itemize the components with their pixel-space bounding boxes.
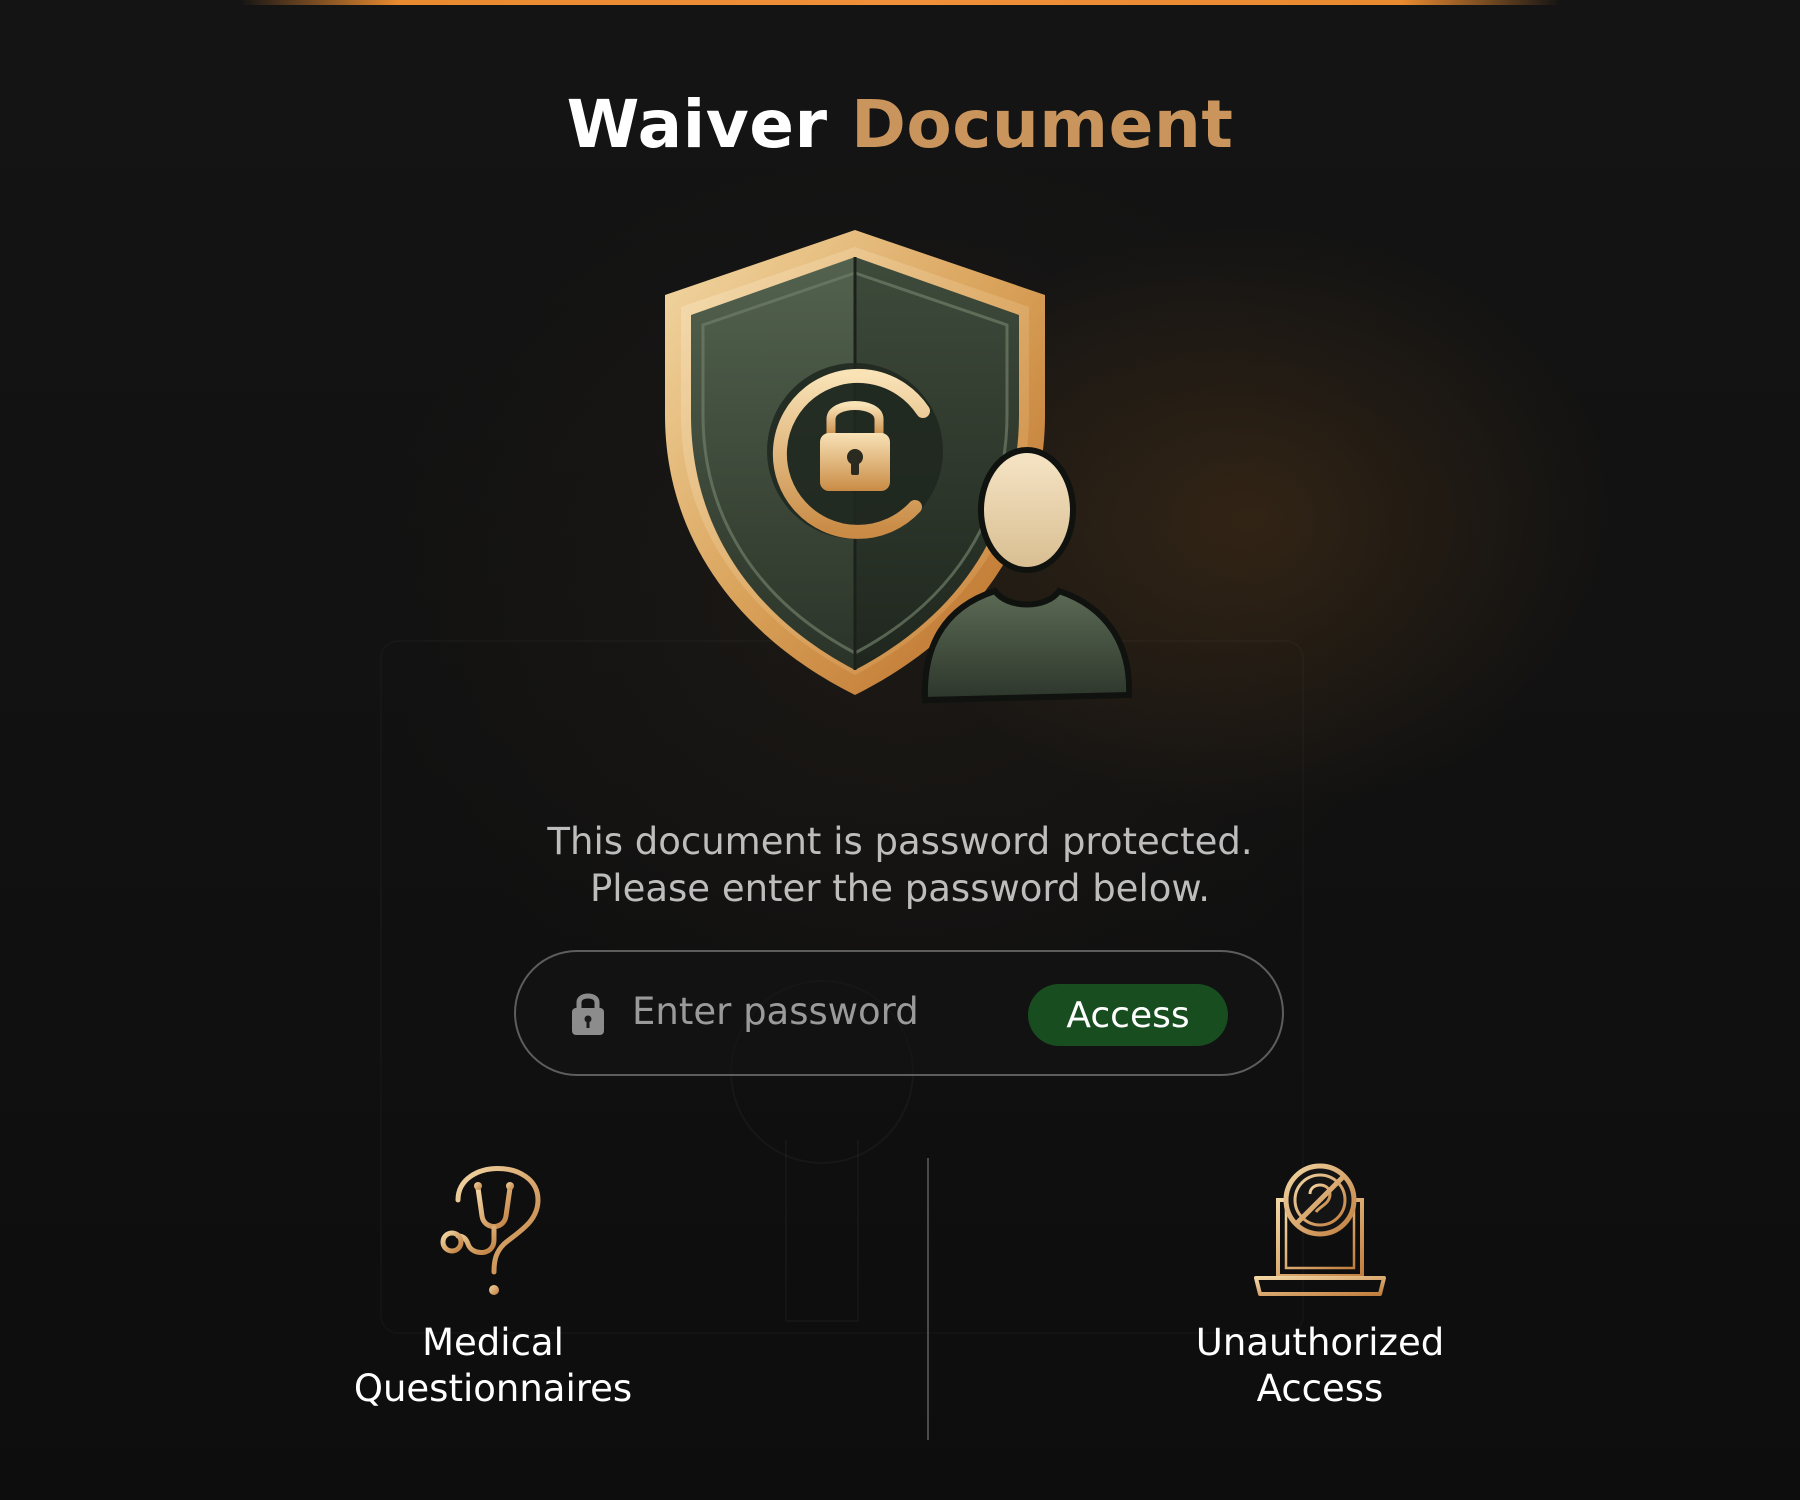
message-line-1: This document is password protected. [547, 820, 1253, 863]
password-input[interactable] [632, 976, 1032, 1046]
page-title: Waiver Document [0, 80, 1800, 170]
password-gate-screen: Waiver Document This document is passwor… [0, 0, 1800, 1500]
feature-medical-questionnaires: Medical Questionnaires [283, 1160, 703, 1412]
laptop-blocked-icon [1254, 1163, 1386, 1296]
title-word-waiver: Waiver [566, 86, 828, 163]
access-button[interactable]: Access [1028, 984, 1228, 1046]
feature-label-unauthorized: Unauthorized Access [1195, 1321, 1445, 1410]
top-accent-bar [240, 0, 1560, 5]
title-word-document: Document [851, 86, 1234, 163]
password-message: This document is password protected. Ple… [0, 818, 1800, 912]
feature-unauthorized-access: Unauthorized Access [1110, 1160, 1530, 1412]
shield-lock-user-icon [665, 230, 1133, 704]
password-bar: Access [514, 950, 1284, 1076]
feature-divider [927, 1158, 929, 1440]
background-keyhole-stem [785, 1140, 859, 1322]
lock-icon [572, 993, 604, 1035]
stethoscope-question-icon [440, 1166, 541, 1295]
message-line-2: Please enter the password below. [590, 867, 1210, 910]
feature-label-medical: Medical Questionnaires [353, 1321, 633, 1410]
